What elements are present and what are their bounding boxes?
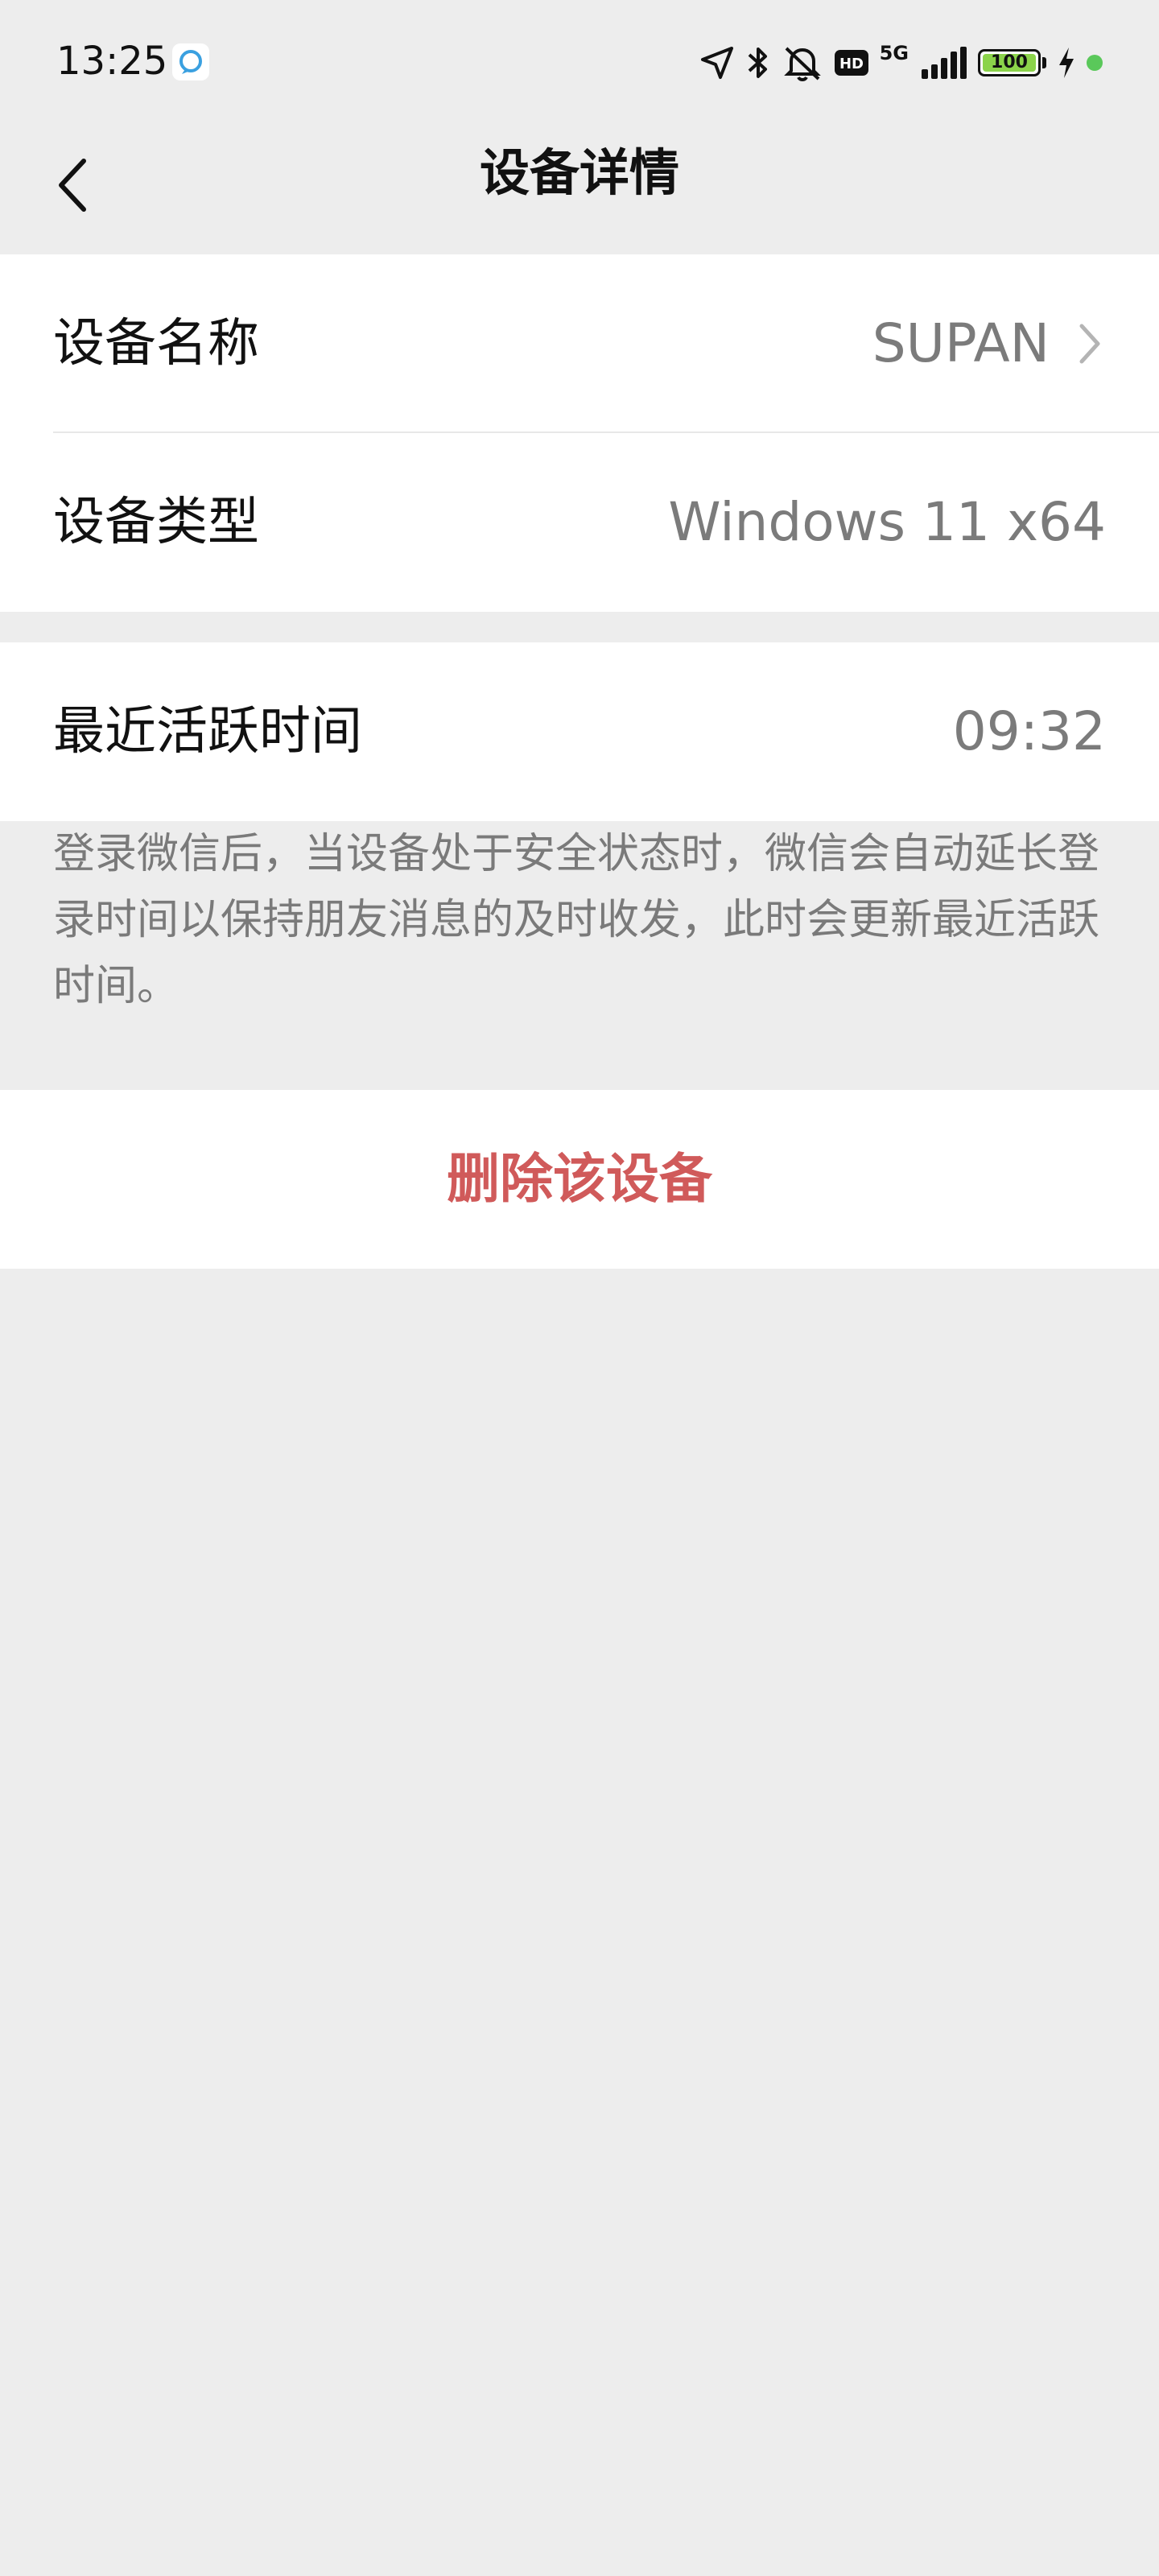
hd-icon: HD bbox=[834, 50, 868, 76]
device-info-group: 设备名称 SUPAN 设备类型 Windows 11 x64 bbox=[0, 254, 1159, 612]
delete-device-button[interactable]: 删除该设备 bbox=[0, 1090, 1159, 1269]
activity-group: 最近活跃时间 09:32 bbox=[0, 642, 1159, 821]
device-name-row[interactable]: 设备名称 SUPAN bbox=[0, 254, 1159, 433]
battery-level: 100 bbox=[991, 52, 1028, 72]
chevron-right-icon bbox=[1079, 324, 1100, 364]
signal-icon bbox=[922, 47, 967, 79]
delete-group: 删除该设备 bbox=[0, 1090, 1159, 1269]
status-icons: HD 5G 100 bbox=[699, 39, 1103, 87]
battery-cap bbox=[1042, 57, 1046, 68]
indicator-dot bbox=[1087, 55, 1103, 71]
bluetooth-icon bbox=[748, 47, 767, 78]
charging-bolt-icon bbox=[1059, 47, 1074, 78]
nav-bar: 设备详情 bbox=[0, 121, 1159, 254]
status-time: 13:25 bbox=[56, 39, 168, 84]
silent-bell-icon bbox=[783, 47, 821, 81]
app-notification-icon bbox=[172, 43, 209, 80]
device-type-label: 设备类型 bbox=[53, 493, 259, 552]
battery-icon: 100 bbox=[978, 49, 1041, 76]
status-bar: 13:25 HD 5G 100 bbox=[0, 0, 1159, 121]
page-title: 设备详情 bbox=[479, 143, 679, 202]
chevron-left-icon bbox=[59, 159, 86, 212]
activity-note: 登录微信后，当设备处于安全状态时，微信会自动延长登录时间以保持朋友消息的及时收发… bbox=[53, 830, 1100, 1010]
device-name-value: SUPAN bbox=[872, 312, 1050, 374]
back-button[interactable] bbox=[32, 145, 113, 225]
last-active-label: 最近活跃时间 bbox=[53, 702, 362, 762]
hd-label: HD bbox=[839, 56, 864, 72]
last-active-row: 最近活跃时间 09:32 bbox=[0, 642, 1159, 821]
device-name-label: 设备名称 bbox=[53, 314, 259, 374]
location-arrow-icon bbox=[700, 47, 733, 79]
last-active-value: 09:32 bbox=[952, 700, 1106, 762]
network-type: 5G bbox=[879, 42, 909, 64]
device-type-value: Windows 11 x64 bbox=[668, 491, 1106, 553]
device-type-row: 设备类型 Windows 11 x64 bbox=[0, 433, 1159, 612]
